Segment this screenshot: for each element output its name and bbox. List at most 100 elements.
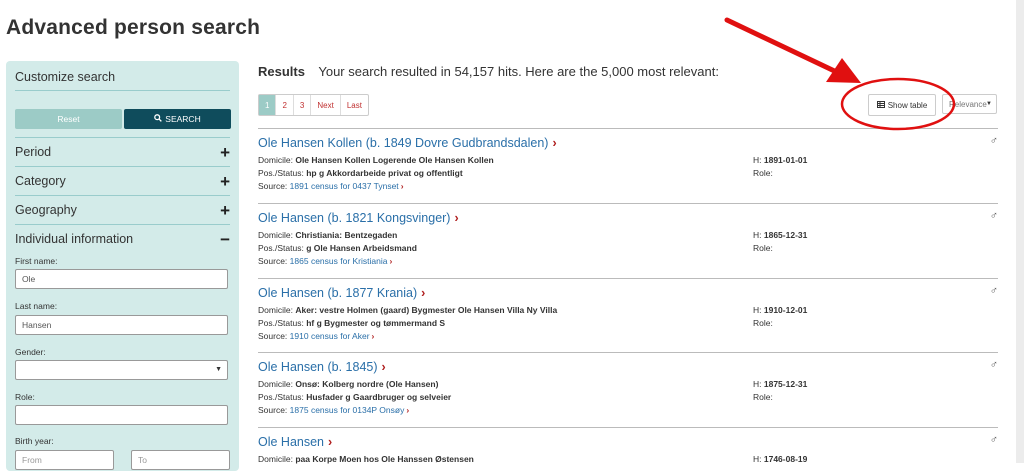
record-name-link[interactable]: Ole Hansen (b. 1845) ›: [258, 360, 386, 374]
first-name-label: First name:: [15, 256, 58, 266]
result-record: Ole Hansen (b. 1821 Kongsvinger) › Domici…: [258, 204, 998, 279]
source-label: Source:: [258, 181, 288, 191]
section-individual-information-label: Individual information: [15, 232, 134, 246]
record-name-link[interactable]: Ole Hansen ›: [258, 435, 332, 449]
caret-down-icon: ▼: [215, 366, 222, 373]
chevron-right-icon: ›: [328, 435, 333, 449]
male-symbol-icon: ♂: [989, 434, 998, 446]
section-category-label: Category: [15, 174, 66, 188]
last-page-link[interactable]: Last: [341, 95, 368, 115]
role-label: Role:: [753, 392, 773, 402]
result-record: Ole Hansen › Domicile: paa Korpe Moen hos…: [258, 428, 998, 464]
chevron-right-icon: ›: [389, 256, 393, 266]
pos-status-label: Pos./Status:: [258, 392, 304, 402]
pos-status-value: g Ole Hansen Arbeidsmand: [306, 243, 417, 253]
page-1-link[interactable]: 1: [259, 95, 277, 115]
search-button[interactable]: SEARCH: [124, 109, 231, 129]
result-record: Ole Hansen (b. 1877 Krania) › Domicile: A…: [258, 279, 998, 354]
next-page-link[interactable]: Next: [311, 95, 341, 115]
show-table-button[interactable]: Show table: [868, 94, 936, 116]
result-record: Ole Hansen (b. 1845) › Domicile: Onsø: Ko…: [258, 353, 998, 428]
birth-year-label: Birth year:: [15, 436, 54, 446]
results-header: Results Your search resulted in 54,157 h…: [258, 64, 719, 79]
domicile-value: Ole Hansen Kollen Logerende Ole Hansen K…: [295, 155, 494, 165]
h-value: 1891-01-01: [763, 155, 808, 165]
chevron-right-icon: ›: [381, 360, 386, 374]
annotation-arrow: [724, 17, 848, 79]
domicile-value: Christiania: Bentzegaden: [295, 230, 398, 240]
source-label: Source:: [258, 256, 288, 266]
sort-select-value: Relevance: [949, 99, 987, 109]
page-title: Advanced person search: [6, 16, 261, 39]
domicile-label: Domicile:: [258, 379, 293, 389]
caret-down-icon: ▼: [986, 101, 992, 107]
role-label: Role:: [753, 168, 773, 178]
page-3-link[interactable]: 3: [294, 95, 312, 115]
page-2-link[interactable]: 2: [276, 95, 294, 115]
domicile-value: Onsø: Kolberg nordre (Ole Hansen): [295, 379, 439, 389]
plus-icon: +: [220, 171, 230, 191]
pos-status-label: Pos./Status:: [258, 318, 304, 328]
result-record: Ole Hansen Kollen (b. 1849 Dovre Gudbran…: [258, 129, 998, 204]
gender-label: Gender:: [15, 347, 46, 357]
male-symbol-icon: ♂: [989, 135, 998, 147]
domicile-label: Domicile:: [258, 230, 293, 240]
record-name: Ole Hansen: [258, 435, 325, 449]
chevron-right-icon: ›: [421, 286, 426, 300]
pos-status-label: Pos./Status:: [258, 243, 304, 253]
source-link[interactable]: 1865 census for Kristiania: [290, 256, 388, 266]
record-name-link[interactable]: Ole Hansen (b. 1821 Kongsvinger) ›: [258, 211, 459, 225]
section-geography[interactable]: Geography +: [15, 195, 230, 224]
record-name: Ole Hansen Kollen (b. 1849 Dovre Gudbran…: [258, 136, 549, 150]
plus-icon: +: [220, 142, 230, 162]
source-label: Source:: [258, 331, 288, 341]
customize-search-title: Customize search: [15, 70, 116, 84]
section-category[interactable]: Category +: [15, 166, 230, 195]
pos-status-value: Husfader g Gaardbruger og selveier: [306, 392, 452, 402]
divider: [15, 90, 230, 91]
reset-button[interactable]: Reset: [15, 109, 122, 129]
male-symbol-icon: ♂: [989, 359, 998, 371]
birth-year-from-field[interactable]: From: [15, 450, 114, 470]
last-name-field[interactable]: Hansen: [15, 315, 228, 335]
gender-select[interactable]: ▼: [15, 360, 228, 380]
role-label: Role:: [753, 243, 773, 253]
h-value: 1875-12-31: [763, 379, 808, 389]
male-symbol-icon: ♂: [989, 285, 998, 297]
pos-status-label: Pos./Status:: [258, 168, 304, 178]
chevron-right-icon: ›: [406, 405, 410, 415]
section-period-label: Period: [15, 145, 52, 159]
plus-icon: +: [220, 200, 230, 220]
record-name-link[interactable]: Ole Hansen (b. 1877 Krania) ›: [258, 286, 425, 300]
section-individual-information[interactable]: Individual information −: [15, 224, 230, 253]
source-link[interactable]: 1891 census for 0437 Tynset: [290, 181, 399, 191]
search-sidebar: Customize search Reset SEARCH Period + C…: [6, 61, 239, 471]
results-summary: Your search resulted in 54,157 hits. Her…: [318, 64, 719, 79]
sort-select[interactable]: Relevance ▼: [942, 94, 997, 114]
scrollbar[interactable]: [1016, 0, 1024, 463]
pos-status-value: hf g Bygmester og tømmermand S: [306, 318, 446, 328]
first-name-field[interactable]: Ole: [15, 269, 228, 289]
h-label: H:: [753, 230, 762, 240]
pagination: 1 2 3 Next Last: [258, 94, 369, 116]
role-field[interactable]: [15, 405, 228, 425]
role-label: Role:: [753, 318, 773, 328]
birth-year-to-field[interactable]: To: [131, 450, 230, 470]
source-link[interactable]: 1910 census for Aker: [290, 331, 370, 341]
table-icon: [876, 100, 885, 110]
record-name: Ole Hansen (b. 1845): [258, 360, 378, 374]
domicile-value: Aker: vestre Holmen (gaard) Bygmester Ol…: [295, 305, 558, 315]
h-label: H:: [753, 155, 762, 165]
section-period[interactable]: Period +: [15, 137, 230, 166]
record-name: Ole Hansen (b. 1821 Kongsvinger): [258, 211, 451, 225]
search-button-label: SEARCH: [165, 114, 201, 124]
chevron-right-icon: ›: [400, 181, 404, 191]
reset-button-label: Reset: [57, 114, 80, 124]
last-name-label: Last name:: [15, 301, 58, 311]
record-name-link[interactable]: Ole Hansen Kollen (b. 1849 Dovre Gudbran…: [258, 136, 557, 150]
source-link[interactable]: 1875 census for 0134P Onsøy: [290, 405, 405, 415]
results-heading: Results: [258, 64, 305, 79]
role-label: Role:: [15, 392, 35, 402]
section-geography-label: Geography: [15, 203, 77, 217]
annotation-arrowhead: [826, 58, 861, 83]
